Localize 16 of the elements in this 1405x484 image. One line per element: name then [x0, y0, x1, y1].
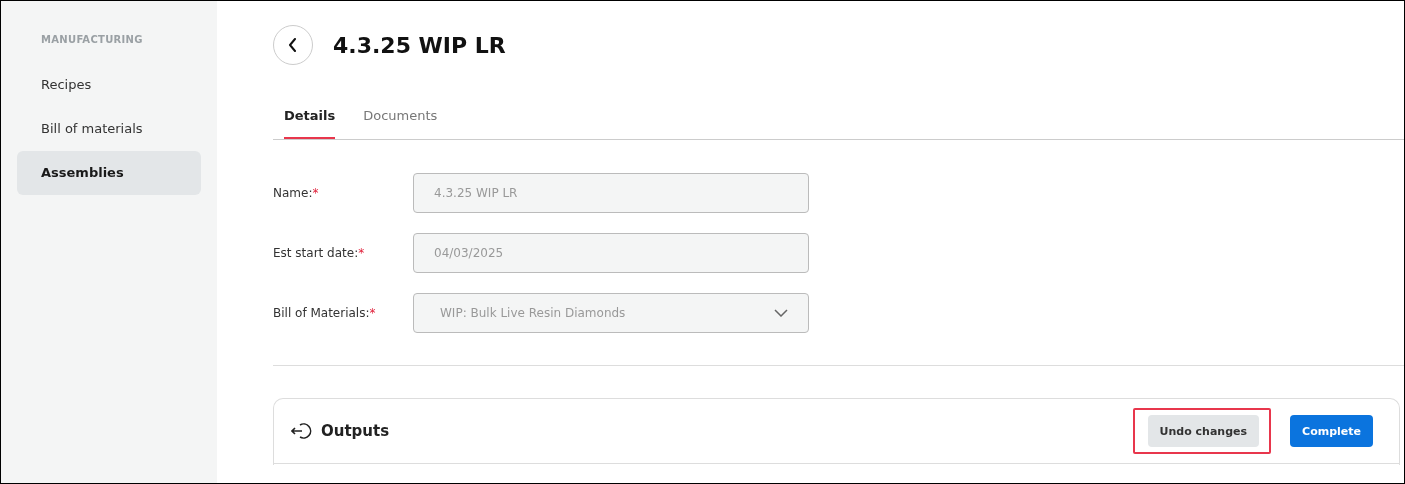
field-label: Name:*	[273, 186, 320, 200]
complete-button[interactable]: Complete	[1290, 415, 1373, 447]
field-label: Bill of Materials:*	[273, 306, 377, 320]
field-label: Est start date:*	[273, 246, 366, 260]
section-title: Outputs	[321, 422, 390, 440]
chevron-left-icon	[288, 38, 298, 52]
sidebar-item[interactable]: Assemblies	[17, 151, 201, 195]
page-title: 4.3.25 WIP LR	[333, 32, 506, 58]
undo-button[interactable]: Undo changes	[1147, 415, 1260, 447]
sidebar-item[interactable]: Recipes	[17, 63, 201, 107]
section-heading: MANUFACTURING	[40, 34, 144, 45]
tab[interactable]: Details	[284, 95, 336, 139]
sidebar-item[interactable]: Bill of materials	[17, 107, 201, 151]
tab[interactable]: Documents	[363, 95, 438, 139]
chevron-down-icon	[774, 309, 788, 317]
back-button[interactable]	[273, 25, 313, 65]
